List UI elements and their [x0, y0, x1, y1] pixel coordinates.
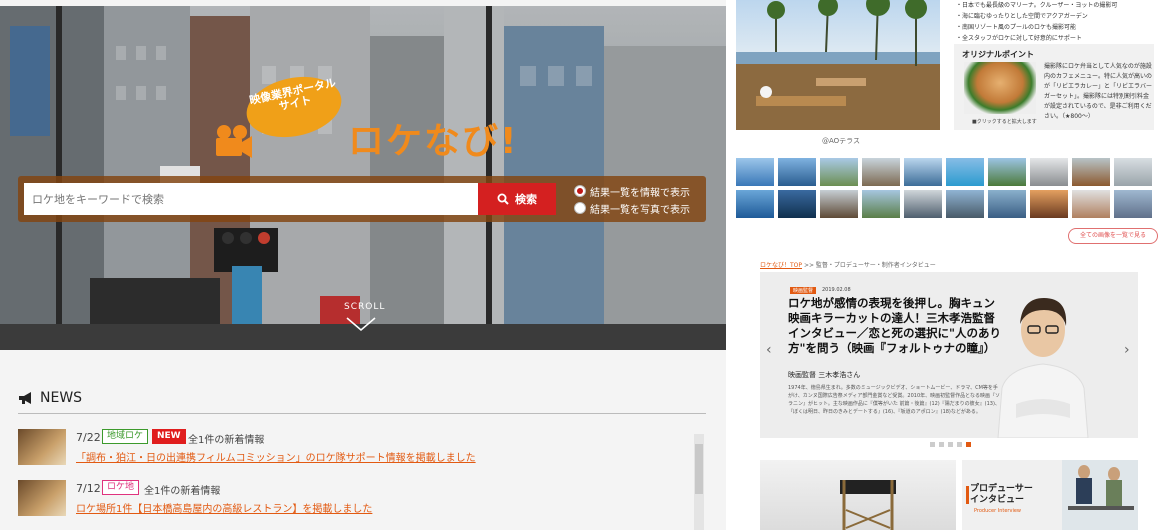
news-link[interactable]: 「調布・狛江・日の出連携フィルムコミッション」のロケ隊サポート情報を掲載しました [76, 449, 476, 464]
news-tag: 地域ロケ [102, 429, 149, 444]
news-meta: 全1件の新着情報 [144, 486, 221, 497]
photo-thumbnail[interactable] [736, 158, 774, 186]
news-divider [18, 413, 706, 414]
slider-pagination [930, 442, 971, 447]
terrace-photo [736, 0, 940, 130]
news-thumbnail[interactable] [18, 480, 66, 516]
news-item: 7/22 地域ロケ NEW 全1件の新着情報 「調布・狛江・日の出連携フィルムコ… [18, 429, 698, 469]
photo-thumbnail-grid [736, 158, 1152, 218]
slider-dot[interactable] [948, 442, 953, 447]
see-all-photos-button[interactable]: 全ての画像を一覧で見る [1068, 228, 1158, 244]
left-panel: 映像業界ポータルサイト ロケなび! 検索 結果一覧を情報で表示 結果一覧を写真で… [0, 0, 726, 530]
breadcrumb-rest: >> 監督・プロデューサー・制作者インタビュー [803, 262, 936, 269]
interview-subtitle: 映画監督 三木孝浩さん [788, 371, 861, 379]
photo-thumbnail[interactable] [1072, 158, 1110, 186]
interview-description: 1974年、徳島県生まれ。多数のミュージックビデオ、ショートムービー、ドラマ、C… [788, 385, 1000, 415]
search-button[interactable]: 検索 [478, 183, 556, 215]
news-heading: NEWS [18, 390, 82, 406]
photo-thumbnail[interactable] [988, 158, 1026, 186]
location-bullet: ・海に臨むゆったりとした空間でアクアガーデン [956, 13, 1088, 20]
search-input[interactable] [24, 183, 478, 215]
photo-thumbnail[interactable] [904, 158, 942, 186]
search-icon [497, 193, 509, 205]
photo-thumbnail[interactable] [1030, 158, 1068, 186]
director-chair-image [840, 480, 896, 530]
location-main-photo[interactable] [736, 0, 940, 130]
photo-thumbnail[interactable] [820, 190, 858, 218]
radio-photo-option[interactable]: 結果一覧を写真で表示 [574, 200, 690, 216]
news-tag: ロケ地 [102, 480, 140, 495]
original-point-caption: ■クリックすると拡大します [972, 119, 1037, 125]
photo-thumbnail[interactable] [988, 190, 1026, 218]
photo-thumbnail[interactable] [736, 190, 774, 218]
new-badge: NEW [152, 429, 186, 444]
photo-thumbnail[interactable] [1072, 190, 1110, 218]
slider-dot[interactable] [939, 442, 944, 447]
site-logo[interactable]: ロケなび! [348, 112, 518, 164]
radio-info-circle[interactable] [574, 185, 586, 197]
right-panel: @AOテラス ・日本でも最長級のマリーナ。クルーザー・ヨットの撮影可 ・海に臨む… [726, 0, 1160, 530]
location-bullet: ・全スタッフがロケに対して好意的にサポート [956, 35, 1082, 42]
photo-thumbnail[interactable] [820, 158, 858, 186]
radio-info-label: 結果一覧を情報で表示 [590, 187, 690, 199]
slider-dot-active[interactable] [966, 442, 971, 447]
original-point-title: オリジナルポイント [962, 50, 1034, 59]
producer-card-accent [966, 486, 969, 504]
megaphone-icon [19, 392, 31, 404]
scroll-label: SCROLL [344, 302, 386, 312]
director-chair-card[interactable] [760, 460, 956, 530]
slider-dot[interactable] [930, 442, 935, 447]
movie-camera-icon [216, 125, 252, 158]
location-bullet: ・日本でも最長級のマリーナ。クルーザー・ヨットの撮影可 [956, 2, 1118, 9]
chevron-down-icon[interactable] [346, 316, 376, 332]
original-point-text: 撮影隊にロケ弁当として人気なのが施設内のカフェメニュー。特に人気が高いのが「リビ… [1044, 63, 1152, 120]
slider-dot[interactable] [957, 442, 962, 447]
interview-date: 2019.02.08 [822, 287, 851, 293]
photo-thumbnail[interactable] [1114, 190, 1152, 218]
interview-category-tag: 映画監督 [790, 287, 817, 294]
news-thumbnail[interactable] [18, 429, 66, 465]
photo-thumbnail[interactable] [862, 190, 900, 218]
producer-card-subtitle: Producer Interview [974, 508, 1021, 514]
photo-thumbnail[interactable] [778, 190, 816, 218]
radio-photo-circle[interactable] [574, 202, 586, 214]
breadcrumb-home-link[interactable]: ロケなび！TOP [760, 262, 802, 269]
breadcrumb: ロケなび！TOP >> 監督・プロデューサー・制作者インタビュー [760, 260, 936, 269]
news-heading-label: NEWS [40, 390, 83, 406]
photo-thumbnail[interactable] [904, 190, 942, 218]
page-root: 映像業界ポータルサイト ロケなび! 検索 結果一覧を情報で表示 結果一覧を写真で… [0, 0, 1160, 530]
search-button-label: 検索 [515, 194, 537, 206]
news-scrollbar[interactable] [694, 434, 704, 530]
news-scrollbar-thumb[interactable] [695, 444, 703, 494]
slider-next-arrow[interactable]: › [1124, 342, 1130, 358]
news-link[interactable]: ロケ場所1件【日本橋高島屋内の高級レストラン】を掲載しました [76, 500, 372, 515]
news-date: 7/22 [76, 431, 101, 444]
photo-thumbnail[interactable] [778, 158, 816, 186]
news-date: 7/12 [76, 482, 101, 495]
slider-prev-arrow[interactable]: ‹ [766, 342, 772, 358]
photo-thumbnail[interactable] [946, 158, 984, 186]
producer-card-title-line: プロデューサー [970, 484, 1033, 494]
location-photo-caption: @AOテラス [822, 137, 861, 145]
news-meta: 全1件の新着情報 [188, 435, 265, 446]
burger-photo[interactable] [964, 62, 1036, 114]
producer-card-title: プロデューサー インタビュー [970, 484, 1033, 506]
location-bullet: ・南国リゾート風のプールのロケも撮影可能 [956, 24, 1077, 31]
news-item: 7/12 ロケ地 全1件の新着情報 ロケ場所1件【日本橋高島屋内の高級レストラン… [18, 480, 698, 520]
location-bullets: ・日本でも最長級のマリーナ。クルーザー・ヨットの撮影可 ・海に臨むゆったりとした… [956, 0, 1156, 44]
producer-card-title-line: インタビュー [970, 495, 1025, 505]
radio-photo-label: 結果一覧を写真で表示 [590, 204, 690, 216]
radio-info-option[interactable]: 結果一覧を情報で表示 [574, 183, 690, 199]
photo-thumbnail[interactable] [1030, 190, 1068, 218]
photo-thumbnail[interactable] [862, 158, 900, 186]
director-portrait [997, 298, 1089, 438]
photo-thumbnail[interactable] [1114, 158, 1152, 186]
photo-thumbnail[interactable] [946, 190, 984, 218]
interview-title[interactable]: ロケ地が感情の表現を後押し。胸キュン映画キラーカットの達人！三木孝浩監督インタビ… [788, 296, 1006, 356]
